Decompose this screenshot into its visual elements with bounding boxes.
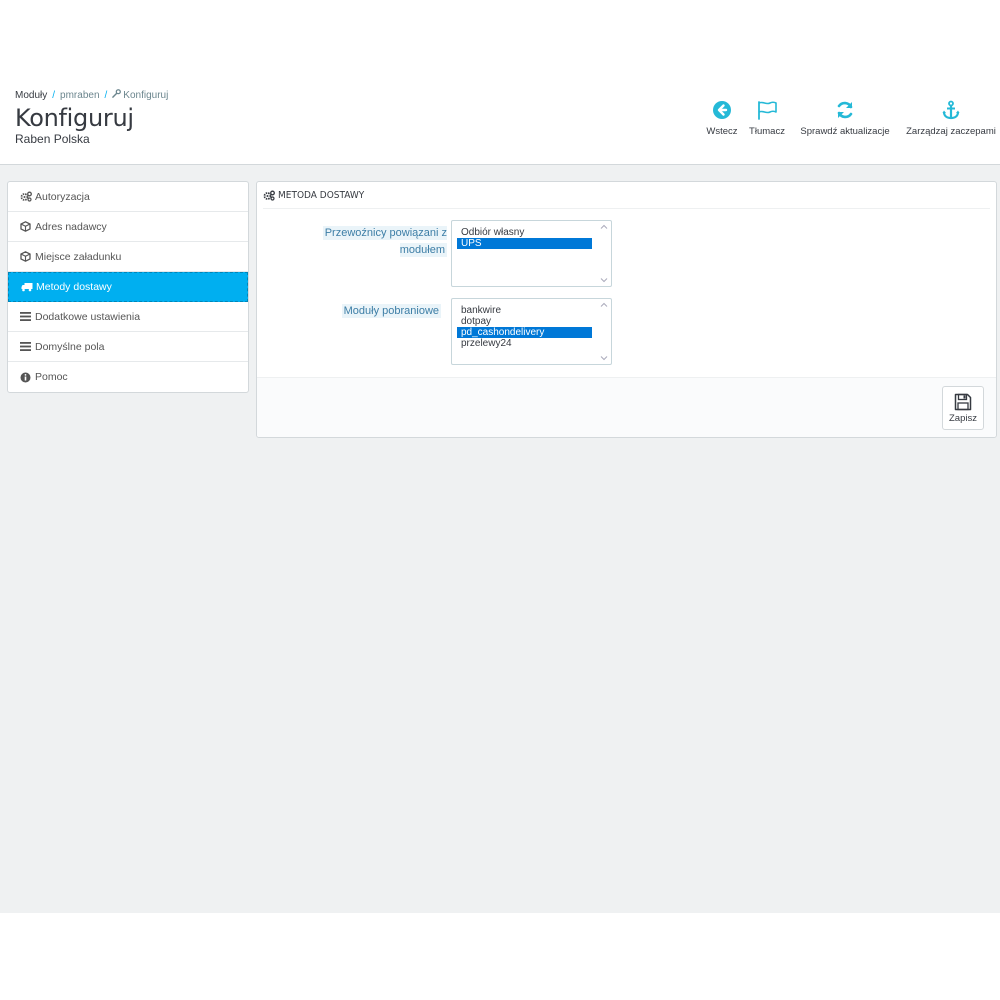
truck-icon [20, 281, 33, 294]
list-icon [19, 310, 32, 323]
panel-heading: METODA DOSTAWY [263, 182, 990, 209]
chevron-down-icon [600, 356, 608, 361]
arrow-left-circle-icon [713, 101, 731, 119]
panel-heading-label: METODA DOSTAWY [278, 189, 365, 201]
carrier-option-odbior-wlasny[interactable]: Odbiór własny [457, 227, 592, 238]
cod-modules-multiselect[interactable]: bankwire dotpay pd_cashondelivery przele… [451, 298, 612, 365]
cogs-icon [263, 190, 275, 201]
chevron-up-icon [600, 224, 608, 229]
anchor-icon [942, 100, 960, 120]
cod-modules-label-text: Moduły pobraniowe [341, 304, 441, 318]
cube-icon [19, 220, 32, 233]
cod-option-pd-cashondelivery[interactable]: pd_cashondelivery [457, 327, 592, 338]
sidebar-item-label: Dodatkowe ustawienia [35, 310, 141, 323]
carriers-scrollbar[interactable] [597, 221, 611, 286]
sidebar-item-metody-dostawy[interactable]: Metody dostawy [8, 272, 248, 302]
cube-icon [19, 250, 32, 263]
toolbar: Wstecz Tłumacz Sprawdź aktualizacje Zarz… [0, 100, 1000, 160]
cod-option-dotpay[interactable]: dotpay [457, 316, 592, 327]
sidebar-item-autoryzacja[interactable]: Autoryzacja [8, 182, 248, 212]
cod-option-przelewy24[interactable]: przelewy24 [457, 338, 592, 349]
manage-hooks-label: Zarządzaj zaczepami [906, 126, 996, 137]
sidebar-item-label: Autoryzacja [35, 190, 90, 203]
list-icon [19, 340, 32, 353]
carriers-label: Przewoźnicy powiązani z modułem [307, 225, 447, 259]
page-header: Moduły / pmraben / Konfiguruj Konfiguruj Rab… [0, 80, 1000, 165]
cod-modules-scrollbar[interactable] [597, 299, 611, 364]
sidebar-item-label: Domyślne pola [35, 340, 105, 353]
translate-label: Tłumacz [749, 126, 785, 137]
sidebar-item-label: Metody dostawy [36, 281, 112, 293]
cogs-icon [19, 190, 32, 203]
sidebar-item-adres-nadawcy[interactable]: Adres nadawcy [8, 212, 248, 242]
sidebar-menu: Autoryzacja Adres nadawcy Miejsce załadu… [7, 181, 249, 393]
carriers-label-text: Przewoźnicy powiązani z modułem [322, 226, 447, 257]
check-updates-button[interactable]: Sprawdź aktualizacje [796, 100, 894, 137]
chevron-up-icon [600, 302, 608, 307]
sidebar-item-label: Pomoc [35, 371, 68, 383]
back-label: Wstecz [706, 126, 738, 137]
carriers-multiselect[interactable]: Odbiór własny UPS [451, 220, 612, 287]
refresh-icon [837, 101, 853, 119]
info-circle-icon [19, 371, 32, 384]
panel-footer: Zapisz [257, 377, 996, 437]
manage-hooks-button[interactable]: Zarządzaj zaczepami [903, 100, 999, 137]
delivery-method-panel: METODA DOSTAWY Przewoźnicy powiązani z m… [256, 181, 997, 438]
translate-button[interactable]: Tłumacz [746, 100, 788, 137]
cod-option-bankwire[interactable]: bankwire [457, 305, 592, 316]
sidebar-item-miejsce-zaladunku[interactable]: Miejsce załadunku [8, 242, 248, 272]
sidebar-item-label: Miejsce załadunku [35, 250, 122, 263]
save-label: Zapisz [949, 413, 977, 424]
flag-icon [758, 101, 777, 120]
back-button[interactable]: Wstecz [703, 100, 741, 137]
sidebar-item-domyslne-pola[interactable]: Domyślne pola [8, 332, 248, 362]
save-button[interactable]: Zapisz [942, 386, 984, 430]
carrier-option-ups[interactable]: UPS [457, 238, 592, 249]
cod-modules-label: Moduły pobraniowe [307, 303, 441, 320]
sidebar-item-dodatkowe-ustawienia[interactable]: Dodatkowe ustawienia [8, 302, 248, 332]
sidebar-item-label: Adres nadawcy [35, 220, 107, 233]
check-updates-label: Sprawdź aktualizacje [800, 126, 890, 137]
content-area: Autoryzacja Adres nadawcy Miejsce załadu… [0, 165, 1000, 913]
sidebar-item-pomoc[interactable]: Pomoc [8, 362, 248, 392]
chevron-down-icon [600, 278, 608, 283]
floppy-disk-icon [954, 393, 972, 411]
